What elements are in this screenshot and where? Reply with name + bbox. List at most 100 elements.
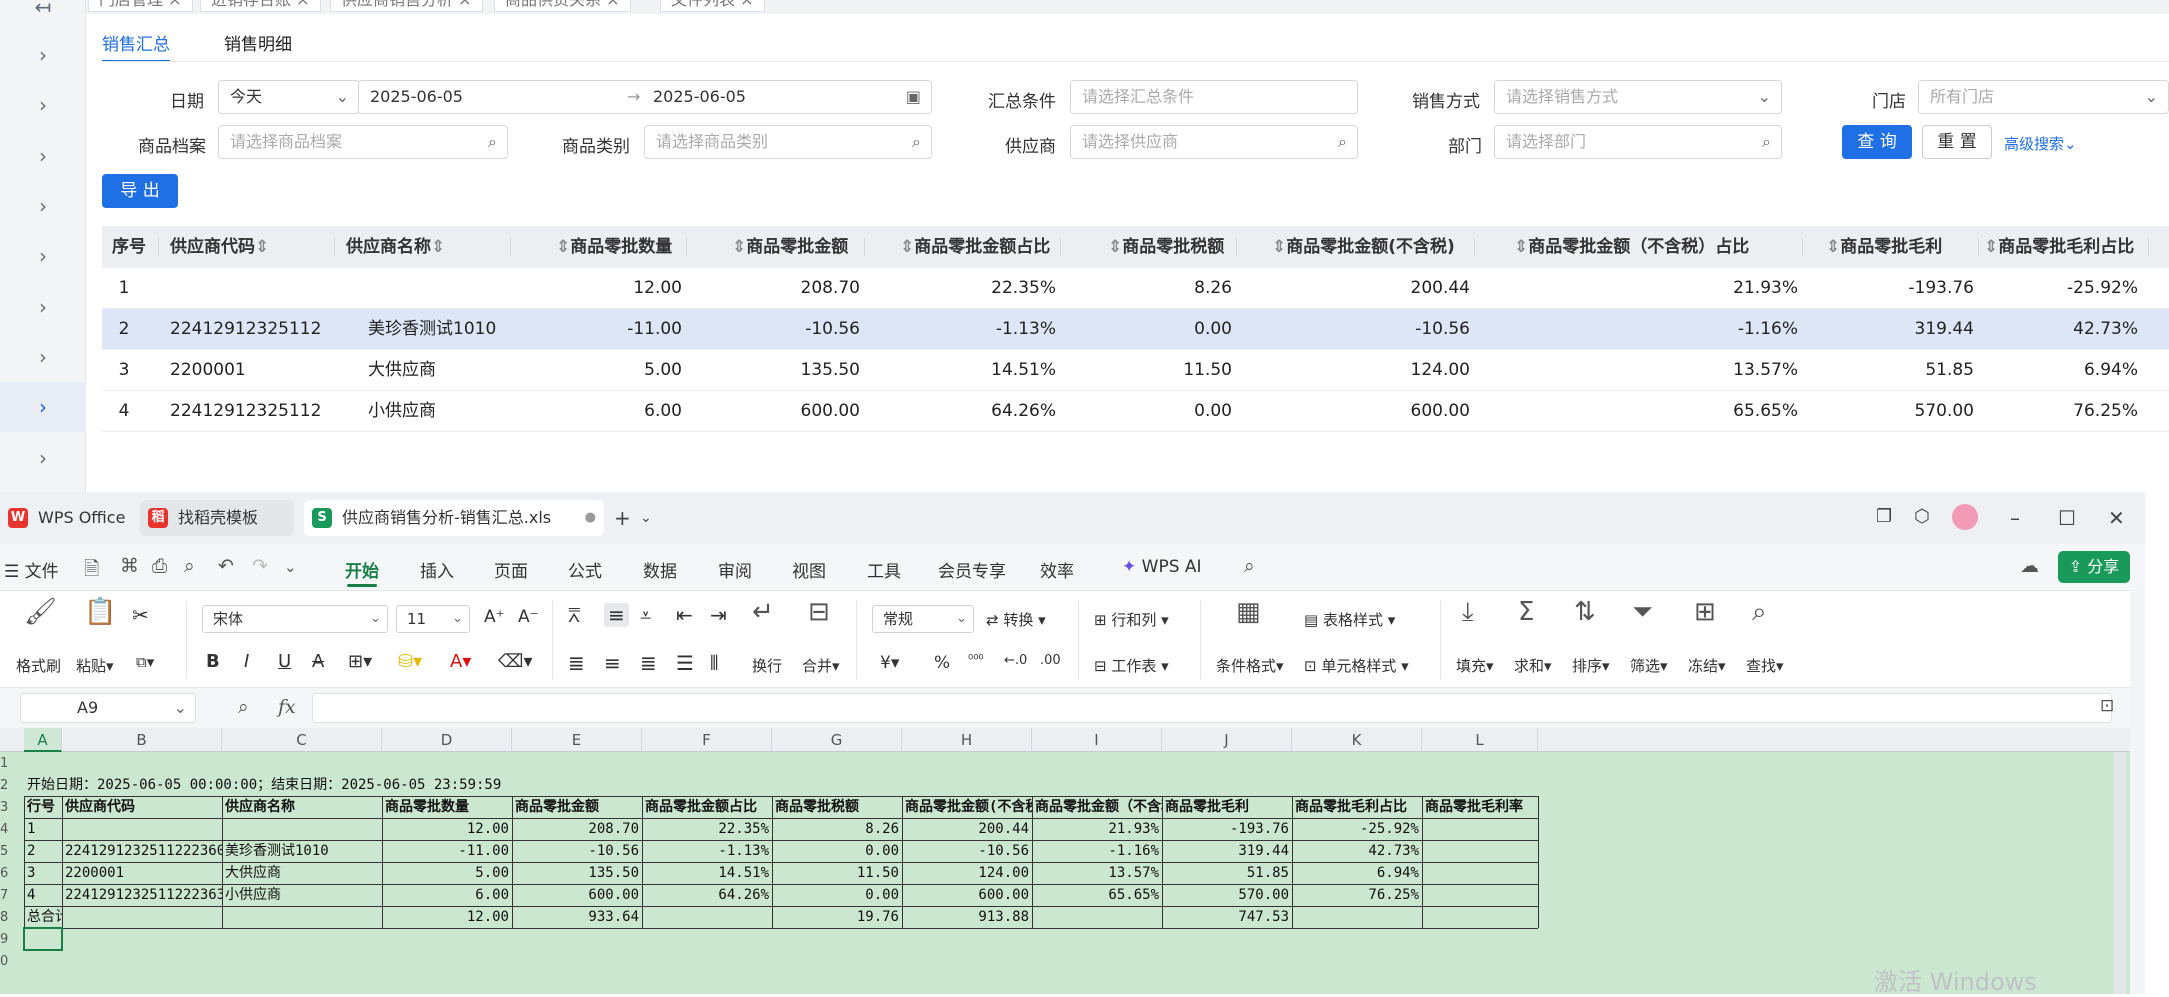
sheet-cell[interactable]: 5.00: [382, 862, 512, 884]
cloud-upload-icon[interactable]: ☁: [2020, 555, 2039, 577]
sheet-cell[interactable]: 3: [24, 862, 62, 884]
fill-color-icon[interactable]: ⛁▾: [398, 651, 422, 672]
summary-select[interactable]: 请选择汇总条件: [1070, 80, 1358, 114]
sheet-cell[interactable]: 6.94%: [1292, 862, 1422, 884]
sheet-header-cell[interactable]: 商品零批金额（不含税: [1032, 796, 1162, 818]
sheet-total-cell[interactable]: [1422, 906, 1538, 928]
row-header[interactable]: 6: [0, 866, 24, 881]
menu-formula[interactable]: 公式: [568, 557, 602, 582]
sheet-cell[interactable]: [1422, 862, 1538, 884]
expand-icon[interactable]: ›: [0, 131, 86, 181]
product-input[interactable]: 请选择商品档案 ⌕: [218, 125, 508, 159]
percent-icon[interactable]: %: [934, 653, 950, 673]
sheet-header-cell[interactable]: 商品零批毛利占比: [1292, 796, 1422, 818]
align-top-icon[interactable]: ⩞: [568, 603, 580, 627]
column-header[interactable]: J: [1162, 728, 1292, 752]
column-header[interactable]: L: [1422, 728, 1538, 752]
new-tab-icon[interactable]: +: [614, 506, 631, 530]
strikethrough-icon[interactable]: A: [312, 651, 324, 672]
col-header-ex-tax-ratio[interactable]: ⇕商品零批金额（不含税）占比: [1514, 226, 1749, 268]
spreadsheet-tab[interactable]: S 供应商销售分析-销售汇总.xls ●: [304, 500, 604, 536]
sheet-header-cell[interactable]: 供应商名称: [222, 796, 382, 818]
name-box[interactable]: A9 ⌄: [20, 693, 196, 723]
sheet-cell[interactable]: 0.00: [772, 840, 902, 862]
sheet-cell[interactable]: -11.00: [382, 840, 512, 862]
sheet-cell[interactable]: 208.70: [512, 818, 642, 840]
cond-format-label[interactable]: 条件格式▾: [1216, 655, 1284, 676]
align-middle-icon[interactable]: ≡: [604, 603, 629, 627]
font-color-icon[interactable]: A▾: [450, 651, 471, 672]
row-col-button[interactable]: ⊞ 行和列 ▾: [1094, 609, 1169, 630]
back-icon[interactable]: ↤: [0, 0, 86, 32]
sheet-header-cell[interactable]: 商品零批毛利率: [1422, 796, 1538, 818]
expand-icon[interactable]: ›: [0, 80, 86, 130]
col-header-amount-ex-tax[interactable]: ⇕商品零批金额(不含税): [1272, 226, 1455, 268]
row-header[interactable]: 3: [0, 800, 24, 815]
open-tab[interactable]: 进销存台账 ×: [200, 0, 321, 12]
date-picker[interactable]: 2025-06-05 → 2025-06-05 ▣: [358, 80, 932, 114]
minimize-icon[interactable]: –: [2010, 506, 2020, 530]
expand-icon[interactable]: ›: [0, 332, 86, 382]
sheet-cell[interactable]: 大供应商: [222, 862, 382, 884]
chevron-down-icon[interactable]: ⌄: [640, 510, 652, 526]
store-select[interactable]: 所有门店 ⌄: [1918, 80, 2169, 114]
freeze-label[interactable]: 冻结▾: [1688, 655, 1726, 676]
sheet-cell[interactable]: 65.65%: [1032, 884, 1162, 906]
sheet-cell[interactable]: 11.50: [772, 862, 902, 884]
sheet-total-cell[interactable]: 747.53: [1162, 906, 1292, 928]
expand-icon[interactable]: ›: [0, 181, 86, 231]
column-header[interactable]: B: [62, 728, 222, 752]
menu-page[interactable]: 页面: [494, 557, 528, 582]
export-button[interactable]: 导 出: [102, 174, 178, 208]
wps-home-tab[interactable]: W WPS Office: [0, 500, 126, 536]
sheet-cell[interactable]: 319.44: [1162, 840, 1292, 862]
paste-label[interactable]: 粘贴▾: [76, 655, 114, 676]
menu-home[interactable]: 开始: [345, 557, 379, 587]
column-header[interactable]: E: [512, 728, 642, 752]
col-header-tax[interactable]: ⇕商品零批税额: [1108, 226, 1224, 268]
vertical-scrollbar[interactable]: [2114, 752, 2126, 994]
italic-icon[interactable]: I: [244, 651, 249, 672]
table-row[interactable]: 1 12.00 208.70 22.35% 8.26 200.44 21.93% -193.7…: [102, 268, 2169, 309]
row-header[interactable]: 1: [0, 756, 24, 771]
sheet-cell[interactable]: -10.56: [512, 840, 642, 862]
col-header-gross-profit-ratio[interactable]: ⇕商品零批毛利占比: [1984, 226, 2134, 268]
cell-style-button[interactable]: ⊡ 单元格样式 ▾: [1304, 655, 1409, 676]
border-icon[interactable]: ⊞▾: [348, 651, 372, 672]
sheet-cell[interactable]: 135.50: [512, 862, 642, 884]
indent-increase-icon[interactable]: ⇥: [710, 603, 727, 627]
print-icon[interactable]: ⎙: [152, 555, 167, 577]
sheet-total-cell[interactable]: 933.64: [512, 906, 642, 928]
expand-icon[interactable]: ›: [0, 282, 86, 332]
undo-icon[interactable]: ↶: [218, 555, 234, 577]
row-header[interactable]: 2: [0, 778, 24, 793]
advanced-search-link[interactable]: 高级搜索⌄: [2004, 133, 2077, 154]
row-header[interactable]: 0: [0, 954, 24, 969]
row-header[interactable]: 7: [0, 888, 24, 903]
sort-icon[interactable]: ⇅: [1574, 597, 1596, 627]
align-bottom-icon[interactable]: ⩡: [640, 603, 651, 627]
find-label[interactable]: 查找▾: [1746, 655, 1784, 676]
sheet-cell[interactable]: 小供应商: [222, 884, 382, 906]
wrap-label[interactable]: 换行: [752, 655, 782, 676]
sheet-total-cell[interactable]: [1032, 906, 1162, 928]
sheet-header-cell[interactable]: 商品零批金额占比: [642, 796, 772, 818]
menu-efficiency[interactable]: 效率: [1040, 557, 1074, 582]
table-row[interactable]: 3 2200001 大供应商 5.00 135.50 14.51% 11.50 124.00 1…: [102, 350, 2169, 391]
currency-icon[interactable]: ¥▾: [880, 653, 899, 673]
fill-label[interactable]: 填充▾: [1456, 655, 1494, 676]
sheet-cell[interactable]: 0.00: [772, 884, 902, 906]
sum-icon[interactable]: Σ: [1518, 597, 1534, 627]
formula-input[interactable]: [312, 693, 2112, 723]
column-header[interactable]: C: [222, 728, 382, 752]
sheet-total-cell[interactable]: 913.88: [902, 906, 1032, 928]
sheet-cell[interactable]: 2241291232511222360: [62, 840, 222, 862]
align-right-icon[interactable]: ≣: [640, 651, 657, 675]
category-input[interactable]: 请选择商品类别 ⌕: [644, 125, 932, 159]
align-center-icon[interactable]: ≡: [604, 651, 621, 675]
row-header[interactable]: 9: [0, 932, 24, 947]
sheet-cell[interactable]: 8.26: [772, 818, 902, 840]
expand-icon[interactable]: ›: [0, 30, 86, 80]
sheet-cell[interactable]: 42.73%: [1292, 840, 1422, 862]
sheet-header-cell[interactable]: 商品零批金额: [512, 796, 642, 818]
